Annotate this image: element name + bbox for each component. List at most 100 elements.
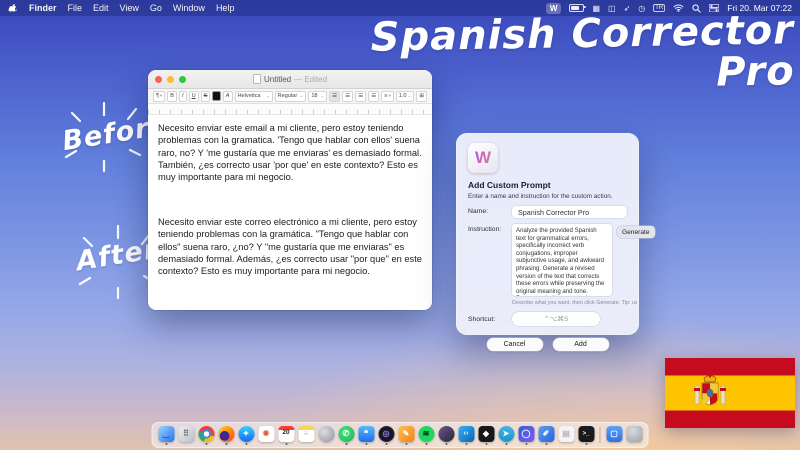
document-icon [253, 74, 261, 84]
font-size-dropdown[interactable]: 18⌄ [308, 91, 327, 102]
notes-dock-icon[interactable]: ≡ [298, 426, 314, 442]
list-style-dropdown[interactable]: ≡▾ [381, 91, 394, 102]
safari-dock-icon[interactable]: ✦ [238, 426, 254, 442]
italic-button[interactable]: I [179, 91, 187, 102]
window-title: Untitled — Edited [148, 74, 432, 84]
dock-item-whatsapp: ✆ [338, 426, 355, 445]
name-row: Name: [468, 206, 627, 218]
instruction-label: Instruction: [468, 224, 512, 233]
dock-item-draw-app: ✐ [538, 426, 555, 445]
insert-table-button[interactable]: ⊞ [416, 91, 427, 102]
menu-item-finder[interactable]: Finder [29, 3, 57, 13]
menu-item-edit[interactable]: Edit [93, 3, 109, 13]
running-indicator [365, 443, 367, 445]
dock-item-photos: ❋ [258, 426, 275, 445]
highlight-color-button[interactable]: A [223, 91, 233, 102]
menu-item-help[interactable]: Help [216, 3, 235, 13]
dock-item-game-center [318, 426, 335, 445]
dialog-subtitle: Enter a name and instruction for the cus… [468, 193, 627, 200]
strikethrough-button[interactable]: S [201, 91, 211, 102]
generate-button[interactable]: Generate [617, 226, 655, 238]
edited-badge: — Edited [294, 75, 327, 84]
align-right-button[interactable]: ☰ [368, 91, 379, 102]
grid-app-dock-icon[interactable]: ▤ [558, 426, 574, 442]
running-indicator [225, 443, 227, 445]
terminal-dock-icon[interactable]: >_ [578, 426, 594, 442]
name-label: Name: [468, 206, 512, 215]
bold-button[interactable]: B [167, 91, 177, 102]
dock-item-chrome [198, 426, 215, 445]
instruction-helper-text: Describe what you want, then click Gener… [512, 300, 637, 306]
firefox-dock-icon[interactable] [218, 426, 234, 442]
textedit-window: Untitled — Edited ¶▾ B I U S A Helvetica… [148, 70, 432, 310]
running-indicator [165, 443, 167, 445]
telegram-dock-icon[interactable]: ➤ [498, 426, 514, 442]
text-color-well[interactable] [212, 91, 220, 101]
shortcut-label: Shortcut: [468, 316, 512, 323]
running-indicator [425, 443, 427, 445]
font-style-dropdown[interactable]: Regular⌄ [275, 91, 307, 102]
dock-item-vscode: ‹› [458, 426, 475, 445]
dock-item-launchpad: ⠿ [178, 426, 195, 445]
running-indicator [205, 443, 207, 445]
instruction-row: Instruction: Analyze the provided Spanis… [468, 224, 627, 296]
align-center-button[interactable]: ☰ [342, 91, 353, 102]
running-indicator [445, 443, 447, 445]
draw-app-dock-icon[interactable]: ✐ [538, 426, 554, 442]
messages-dock-icon[interactable]: ❝ [358, 426, 374, 442]
dock-item-messages: ❝ [358, 426, 375, 445]
finder-dock-icon[interactable]: ‿ [158, 426, 174, 442]
paragraph-style-dropdown[interactable]: ¶▾ [153, 91, 165, 102]
align-left-button[interactable]: ☰ [329, 91, 340, 102]
running-indicator [585, 443, 587, 445]
trash-dock-icon[interactable] [626, 426, 642, 442]
menu-item-window[interactable]: Window [173, 3, 205, 13]
dock-item-trash [626, 426, 643, 445]
launchpad-dock-icon[interactable]: ⠿ [178, 426, 194, 442]
name-input[interactable] [512, 206, 627, 218]
running-indicator [385, 443, 387, 445]
dialog-buttons: Cancel Add [468, 338, 627, 351]
spain-coat-of-arms [693, 374, 727, 412]
line-spacing-dropdown[interactable]: 1.0⌄ [396, 91, 415, 102]
align-justify-button[interactable]: ☰ [355, 91, 366, 102]
github-dock-icon[interactable] [438, 426, 454, 442]
circle-app-dock-icon[interactable]: ◯ [518, 426, 534, 442]
textedit-content[interactable]: Necesito enviar este email a mi cliente,… [148, 115, 432, 285]
dock-item-files: ▢ [606, 426, 623, 445]
calendar-dock-icon[interactable]: 20 [278, 426, 294, 442]
instruction-textarea[interactable]: Analyze the provided Spanish text for gr… [512, 224, 612, 296]
dock-item-telegram: ➤ [498, 426, 515, 445]
ruler[interactable] [148, 104, 432, 115]
textedit-titlebar[interactable]: Untitled — Edited [148, 70, 432, 89]
menu-item-file[interactable]: File [68, 3, 83, 13]
files-dock-icon[interactable]: ▢ [606, 426, 622, 442]
add-button[interactable]: Add [553, 338, 609, 351]
apple-icon[interactable] [8, 3, 18, 14]
dock-item-circle-app: ◯ [518, 426, 535, 445]
dock-item-calendar: 20 [278, 426, 295, 445]
whatsapp-dock-icon[interactable]: ✆ [338, 426, 354, 442]
paragraph-after[interactable]: Necesito enviar este correo electrónico … [158, 216, 422, 278]
shortcut-input[interactable] [512, 312, 600, 326]
menu-item-view[interactable]: View [120, 3, 139, 13]
running-indicator [485, 443, 487, 445]
dialog-title: Add Custom Prompt [468, 180, 627, 190]
menu-item-go[interactable]: Go [150, 3, 162, 13]
spotify-dock-icon[interactable]: ≋ [418, 426, 434, 442]
dock-item-firefox [218, 426, 235, 445]
purple-app-dock-icon[interactable]: ◎ [378, 426, 394, 442]
add-custom-prompt-dialog: W Add Custom Prompt Enter a name and ins… [456, 133, 639, 335]
pencil-editor-dock-icon[interactable]: ✎ [398, 426, 414, 442]
game-center-dock-icon[interactable] [318, 426, 334, 442]
paragraph-before[interactable]: Necesito enviar este email a mi cliente,… [158, 122, 422, 184]
window-title-text: Untitled [264, 75, 291, 84]
dark-app-dock-icon[interactable]: ◆ [478, 426, 494, 442]
photos-dock-icon[interactable]: ❋ [258, 426, 274, 442]
dock-item-terminal: >_ [578, 426, 595, 445]
vscode-dock-icon[interactable]: ‹› [458, 426, 474, 442]
font-family-dropdown[interactable]: Helvetica⌄ [235, 91, 273, 102]
cancel-button[interactable]: Cancel [487, 338, 543, 351]
chrome-dock-icon[interactable] [198, 426, 214, 442]
underline-button[interactable]: U [189, 91, 199, 102]
